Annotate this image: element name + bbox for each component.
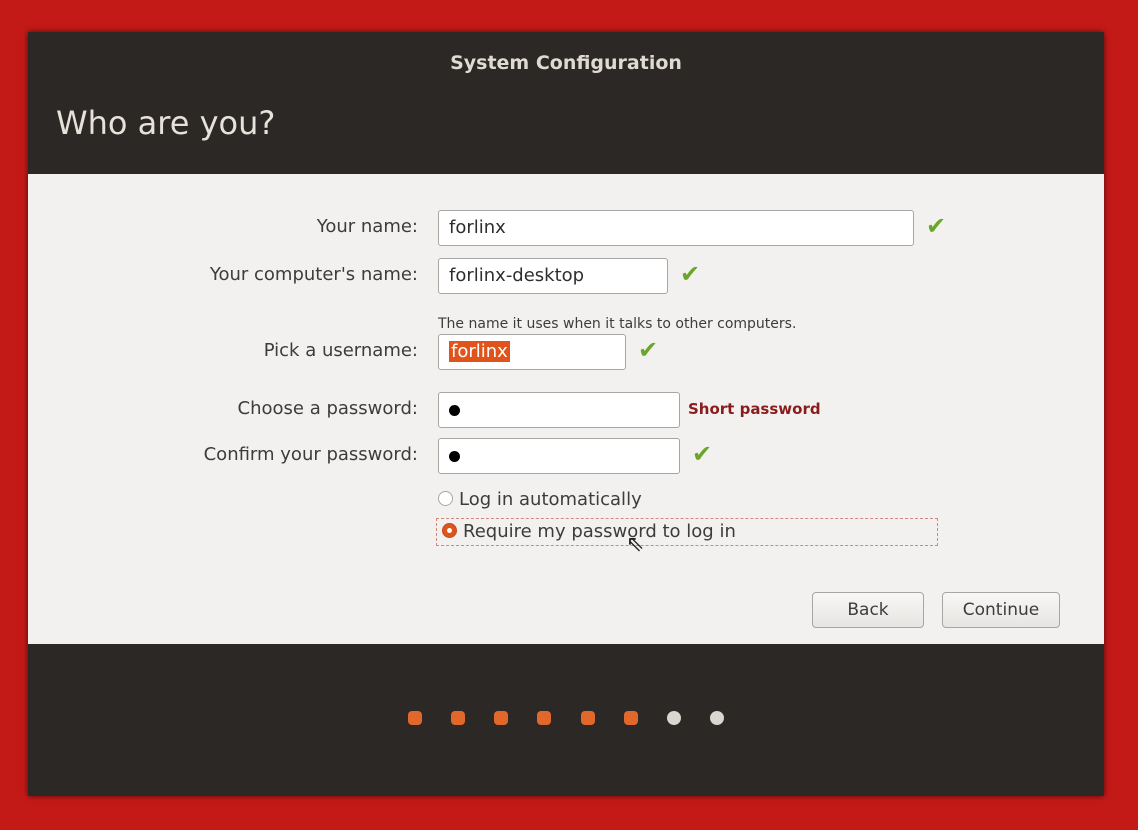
username-label: Pick a username: bbox=[263, 340, 418, 361]
checkmark-icon: ✔ bbox=[638, 336, 659, 364]
checkmark-icon: ✔ bbox=[692, 440, 713, 468]
progress-step-done bbox=[623, 711, 638, 725]
progress-step-done bbox=[408, 711, 423, 725]
password-input[interactable] bbox=[438, 392, 680, 428]
progress-step-done bbox=[494, 711, 509, 725]
form-panel: Your name: forlinx ✔ Your computer's nam… bbox=[28, 174, 1104, 644]
radio-require-password[interactable]: Require my password to log in bbox=[442, 518, 736, 546]
password-mask-dot bbox=[449, 451, 460, 462]
computer-name-label: Your computer's name: bbox=[209, 264, 418, 285]
username-input[interactable]: forlinx bbox=[438, 334, 626, 370]
mouse-pointer-icon: ⇖ bbox=[626, 532, 645, 557]
progress-step-pending bbox=[666, 711, 681, 725]
password-mask-dot bbox=[449, 405, 460, 416]
password-strength-label: Short password bbox=[688, 400, 821, 418]
progress-step-done bbox=[537, 711, 552, 725]
progress-indicator bbox=[28, 710, 1104, 730]
window-title: System Configuration bbox=[450, 52, 682, 74]
page-heading: Who are you? bbox=[56, 104, 276, 142]
radio-selected-icon bbox=[442, 522, 457, 538]
back-button[interactable]: Back bbox=[812, 592, 924, 628]
computer-name-input[interactable]: forlinx-desktop bbox=[438, 258, 668, 294]
username-value: forlinx bbox=[449, 341, 510, 362]
password-label: Choose a password: bbox=[237, 398, 418, 419]
checkmark-icon: ✔ bbox=[926, 212, 947, 240]
your-name-label: Your name: bbox=[316, 216, 418, 237]
radio-log-in-automatically[interactable]: Log in automatically bbox=[438, 486, 642, 514]
progress-step-done bbox=[451, 711, 466, 725]
confirm-password-label: Confirm your password: bbox=[203, 444, 418, 465]
continue-button[interactable]: Continue bbox=[942, 592, 1060, 628]
radio-unselected-icon bbox=[438, 490, 453, 506]
radio-label: Require my password to log in bbox=[463, 521, 736, 542]
computer-name-hint: The name it uses when it talks to other … bbox=[438, 316, 797, 332]
installer-window: System Configuration Who are you? Your n… bbox=[28, 32, 1104, 796]
progress-step-pending bbox=[709, 711, 724, 725]
progress-step-done bbox=[580, 711, 595, 725]
confirm-password-input[interactable] bbox=[438, 438, 680, 474]
your-name-input[interactable]: forlinx bbox=[438, 210, 914, 246]
radio-label: Log in automatically bbox=[459, 489, 642, 510]
checkmark-icon: ✔ bbox=[680, 260, 701, 288]
